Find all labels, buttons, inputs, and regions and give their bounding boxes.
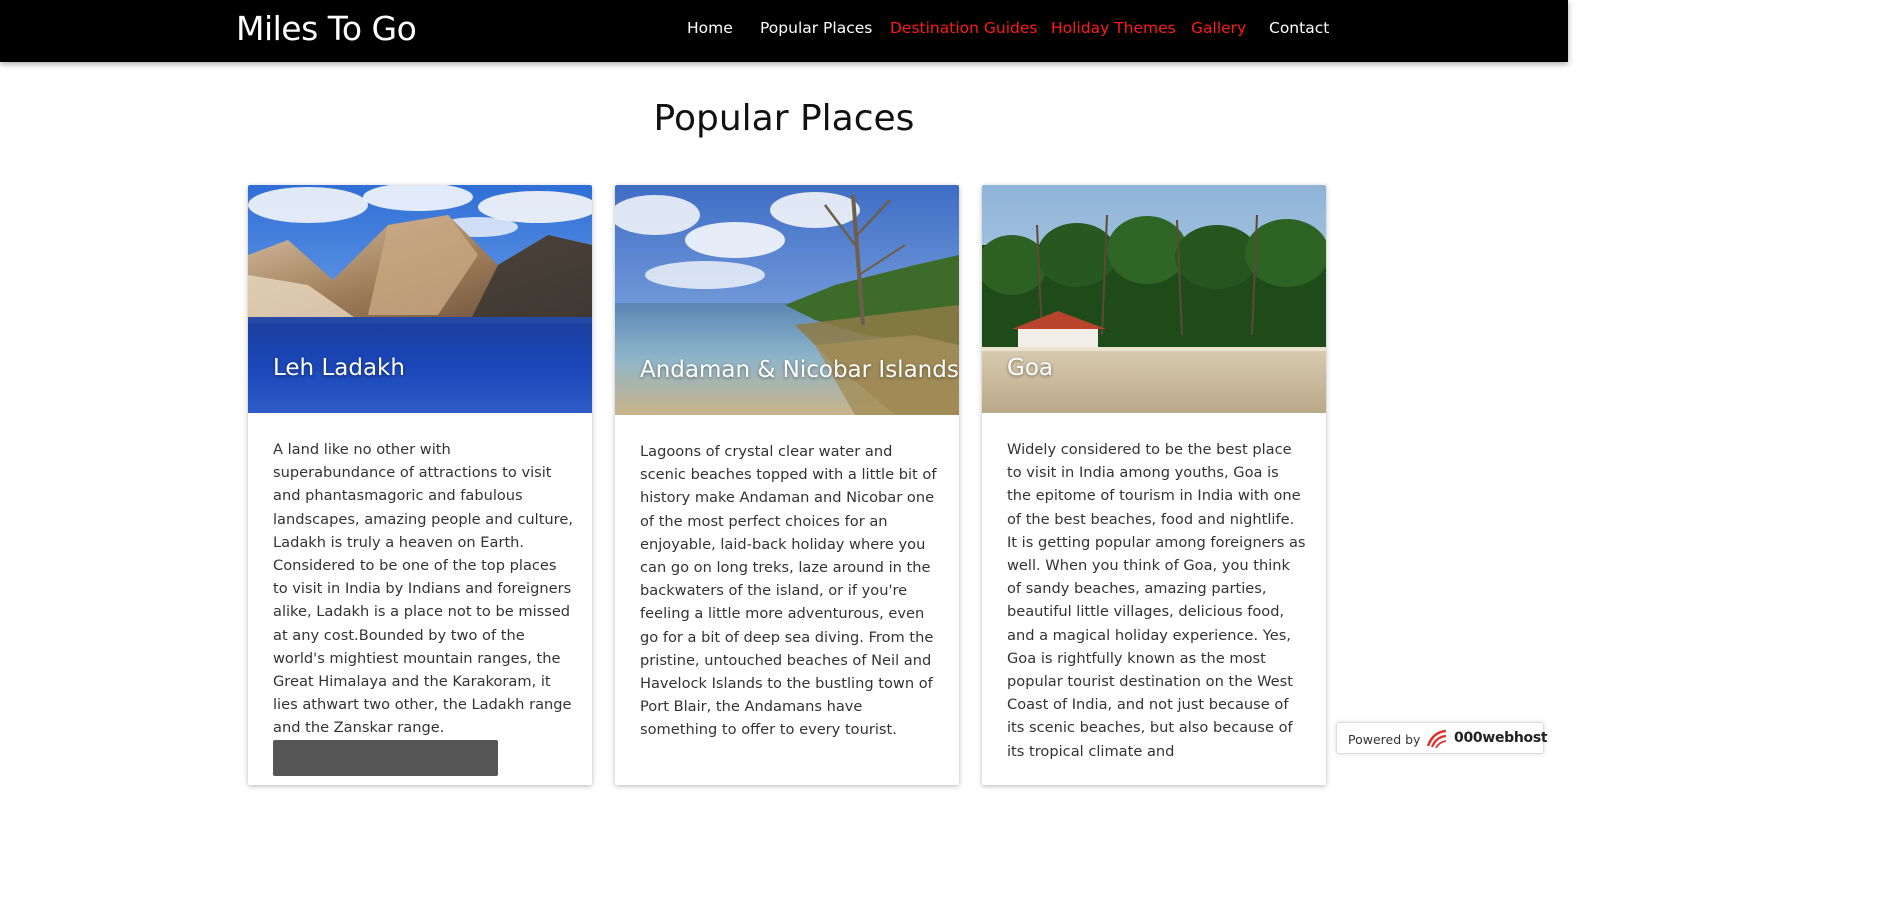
powered-by-badge[interactable]: Powered by 000webhost	[1336, 722, 1548, 754]
card-description: Widely considered to be the best place t…	[1007, 441, 1306, 760]
webhost-name: 000webhost	[1454, 730, 1548, 746]
place-card-andaman: Andaman & Nicobar Islands Lagoons of cry…	[615, 185, 959, 785]
card-description: A land like no other with superabundance…	[273, 441, 573, 737]
card-description: Lagoons of crystal clear water and sceni…	[640, 443, 937, 739]
navbar: Miles To Go Home Popular Places Destinat…	[0, 0, 1568, 62]
powered-by-label: Powered by	[1348, 732, 1421, 747]
nav-destination-guides[interactable]: Destination Guides	[890, 19, 1037, 37]
nav-gallery[interactable]: Gallery	[1191, 19, 1246, 37]
nav-contact[interactable]: Contact	[1269, 19, 1329, 37]
place-card-goa: Goa Widely considered to be the best pla…	[982, 185, 1326, 785]
page-title: Popular Places	[653, 98, 915, 139]
webhost-logo-icon	[1426, 729, 1447, 749]
card-read-more-button[interactable]	[273, 740, 498, 776]
card-title: Andaman & Nicobar Islands	[640, 357, 959, 383]
card-title: Goa	[1007, 355, 1053, 381]
nav-home[interactable]: Home	[687, 19, 733, 37]
nav-popular-places[interactable]: Popular Places	[760, 19, 872, 37]
card-title: Leh Ladakh	[273, 355, 405, 381]
nav-holiday-themes[interactable]: Holiday Themes	[1051, 19, 1176, 37]
place-card-leh-ladakh: Leh Ladakh A land like no other with sup…	[248, 185, 592, 785]
brand-logo[interactable]: Miles To Go	[236, 9, 417, 48]
